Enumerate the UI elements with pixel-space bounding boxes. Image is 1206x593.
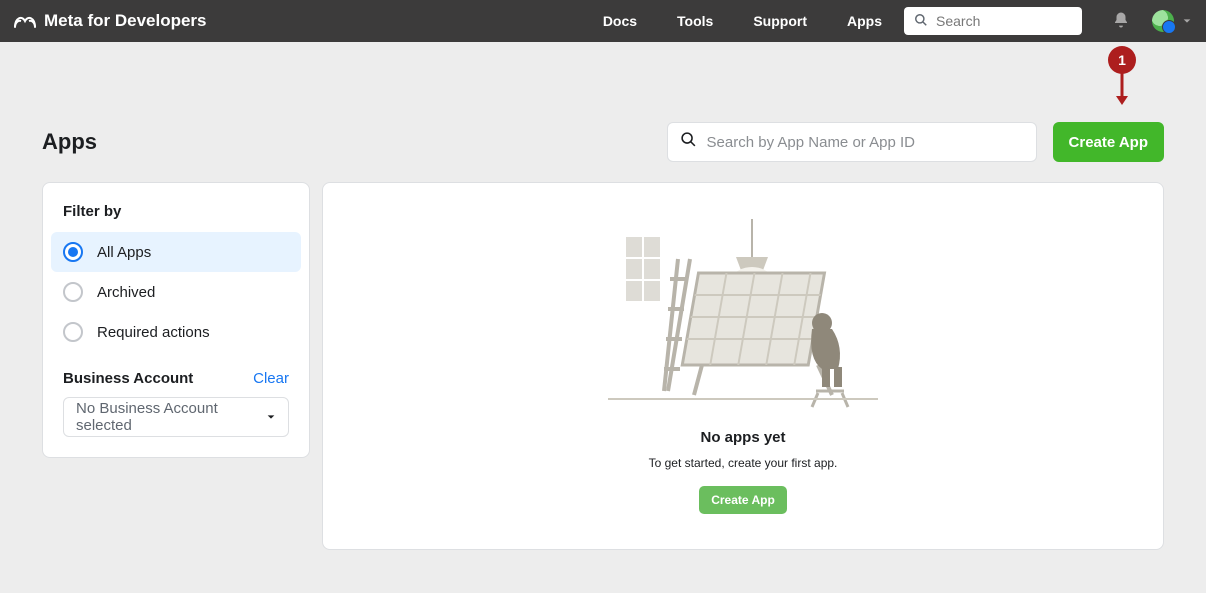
search-icon (914, 13, 928, 30)
app-search[interactable] (667, 122, 1037, 162)
empty-subtitle: To get started, create your first app. (649, 456, 838, 470)
brand-name: Meta for Developers (44, 11, 207, 31)
filter-option-required-actions[interactable]: Required actions (51, 312, 301, 352)
business-account-select[interactable]: No Business Account selected (63, 397, 289, 437)
nav-docs[interactable]: Docs (603, 13, 637, 29)
filter-option-all-apps[interactable]: All Apps (51, 232, 301, 272)
notifications-icon[interactable] (1112, 11, 1130, 32)
nav-support[interactable]: Support (753, 13, 807, 29)
empty-title: No apps yet (700, 429, 785, 446)
brand-logo[interactable]: Meta for Developers (0, 11, 207, 31)
apps-empty-card: No apps yet To get started, create your … (322, 182, 1164, 550)
meta-logo-icon (14, 14, 36, 28)
top-nav: Meta for Developers Docs Tools Support A… (0, 0, 1206, 42)
global-search[interactable] (904, 7, 1082, 35)
chevron-down-icon (1182, 13, 1192, 29)
filter-option-label: Archived (97, 284, 155, 301)
global-search-input[interactable] (936, 13, 1072, 29)
avatar-icon (1152, 10, 1174, 32)
create-app-button[interactable]: Create App (1053, 122, 1164, 162)
filter-option-archived[interactable]: Archived (51, 272, 301, 312)
app-search-input[interactable] (707, 134, 1024, 151)
empty-create-app-button[interactable]: Create App (699, 486, 787, 514)
filter-option-label: Required actions (97, 324, 210, 341)
nav-apps[interactable]: Apps (847, 13, 882, 29)
radio-icon (63, 282, 83, 302)
page-header: Apps Create App (42, 42, 1164, 182)
business-account-value: No Business Account selected (76, 400, 266, 434)
filter-card: Filter by All Apps Archived Required act… (42, 182, 310, 458)
empty-state-illustration (608, 219, 878, 419)
account-menu[interactable] (1152, 10, 1192, 32)
filter-heading: Filter by (51, 203, 301, 232)
search-icon (680, 131, 697, 153)
nav-links: Docs Tools Support Apps (603, 13, 882, 29)
filter-option-label: All Apps (97, 244, 151, 261)
page-title: Apps (42, 129, 97, 155)
clear-link[interactable]: Clear (253, 370, 289, 387)
nav-tools[interactable]: Tools (677, 13, 713, 29)
caret-down-icon (266, 409, 276, 426)
radio-icon (63, 322, 83, 342)
radio-icon (63, 242, 83, 262)
business-account-heading: Business Account (63, 370, 193, 387)
